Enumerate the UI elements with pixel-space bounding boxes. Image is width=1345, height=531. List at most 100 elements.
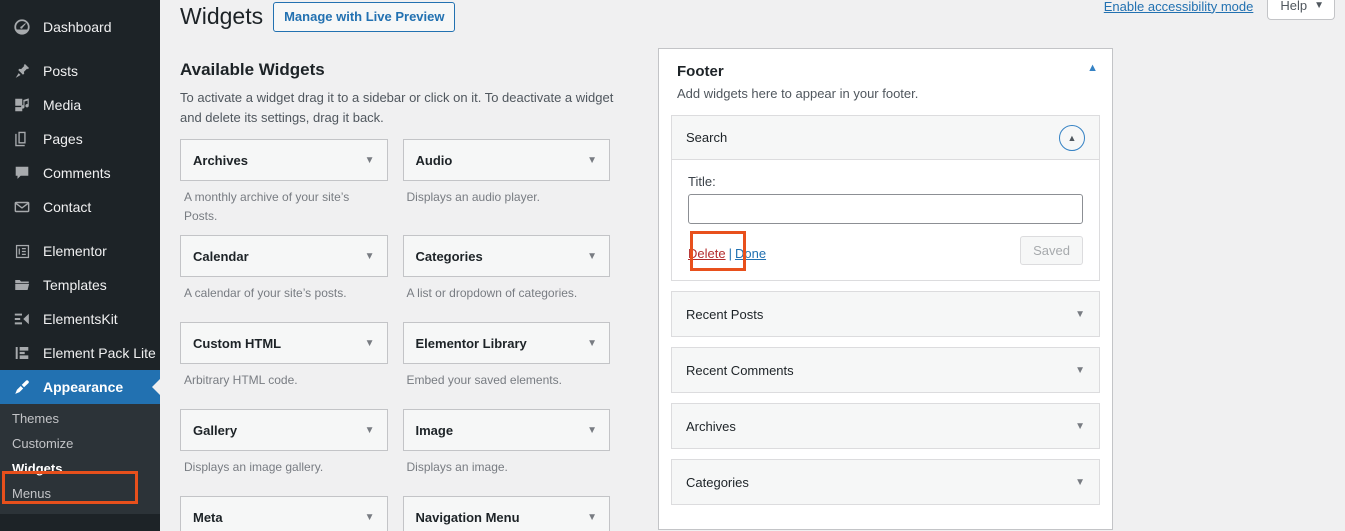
- widget-header[interactable]: Recent Comments ▼: [672, 348, 1099, 392]
- available-widget-custom-html[interactable]: Custom HTML ▼: [180, 322, 388, 365]
- chevron-down-icon[interactable]: ▼: [365, 338, 375, 349]
- chevron-down-icon[interactable]: ▼: [587, 155, 597, 166]
- delete-link[interactable]: Delete: [688, 246, 726, 261]
- widget-name: Image: [415, 422, 454, 438]
- help-button[interactable]: Help ▼: [1267, 0, 1335, 20]
- footer-panel-header[interactable]: Footer Add widgets here to appear in you…: [659, 49, 1112, 105]
- available-widget-meta[interactable]: Meta ▼: [180, 496, 388, 531]
- collapse-panel-icon[interactable]: ▲: [1087, 63, 1098, 74]
- chevron-down-icon[interactable]: ▼: [1075, 421, 1085, 432]
- sidebar-item-label: Elementor: [43, 243, 107, 259]
- available-widget-image[interactable]: Image ▼: [402, 409, 610, 452]
- widget-name: Elementor Library: [415, 335, 527, 351]
- available-widget-archives[interactable]: Archives ▼: [180, 139, 388, 181]
- menu-spacer: [0, 224, 160, 234]
- widget-header[interactable]: Categories ▼: [672, 460, 1099, 504]
- widget-collapse-toggle-icon[interactable]: ▲: [1059, 124, 1085, 151]
- chevron-down-icon[interactable]: ▼: [587, 338, 597, 349]
- widget-header[interactable]: Archives ▼: [672, 404, 1099, 448]
- action-separator: |: [728, 245, 732, 261]
- widget-name: Categories: [415, 248, 483, 264]
- chevron-down-icon[interactable]: ▼: [1075, 309, 1085, 320]
- widget-description: Displays an image.: [406, 460, 508, 475]
- sidebar-item-contact[interactable]: Contact: [0, 190, 160, 224]
- elementskit-icon: [10, 309, 34, 329]
- closed-widgets-list: Recent Posts ▼ Recent Comments ▼ Archives ▼ Ca…: [671, 291, 1100, 505]
- available-widget-cell: Gallery ▼ Displays an image gallery.: [180, 409, 403, 496]
- chevron-down-icon[interactable]: ▼: [365, 425, 375, 436]
- widget-description: Displays an audio player.: [406, 190, 540, 204]
- widget-title: Recent Posts: [686, 306, 764, 322]
- widget-header[interactable]: Recent Posts ▼: [672, 292, 1099, 336]
- widget-name: Archives: [193, 152, 248, 168]
- manage-with-live-preview-button[interactable]: Manage with Live Preview: [273, 2, 456, 33]
- chevron-down-icon[interactable]: ▼: [365, 251, 375, 262]
- widget-recent-comments: Recent Comments ▼: [671, 347, 1100, 393]
- submenu-item-customize[interactable]: Customize: [0, 431, 160, 456]
- widget-description: Arbitrary HTML code.: [184, 373, 298, 388]
- chevron-down-icon[interactable]: ▼: [1075, 365, 1085, 376]
- sidebar-item-label: Dashboard: [43, 19, 112, 35]
- brush-icon: [10, 377, 34, 397]
- available-widget-elementor-library[interactable]: Elementor Library ▼: [402, 322, 610, 365]
- sidebar-item-elementskit[interactable]: ElementsKit: [0, 302, 160, 336]
- dashboard-icon: [10, 17, 34, 37]
- email-icon: [10, 197, 34, 217]
- available-widgets-description: To activate a widget drag it to a sideba…: [180, 90, 614, 125]
- widget-description: A monthly archive of your site’s Posts.: [184, 190, 350, 223]
- sidebar-item-appearance[interactable]: Appearance: [0, 370, 160, 404]
- available-widget-categories[interactable]: Categories ▼: [402, 235, 610, 278]
- widget-title: Categories: [686, 474, 749, 490]
- available-widgets-grid: Archives ▼ A monthly archive of your site’…: [180, 139, 625, 531]
- widget-search: Search ▲ Title: Delete | Done Saved: [671, 115, 1100, 281]
- available-widget-navigation-menu[interactable]: Navigation Menu ▼: [402, 496, 610, 531]
- sidebar-item-label: Posts: [43, 63, 79, 79]
- sidebar-item-label: ElementsKit: [43, 311, 118, 327]
- available-widget-gallery[interactable]: Gallery ▼: [180, 409, 388, 452]
- title-input[interactable]: [688, 194, 1083, 224]
- sidebar-item-elementor[interactable]: Elementor: [0, 234, 160, 268]
- submenu-item-widgets[interactable]: Widgets: [0, 456, 160, 481]
- chevron-down-icon[interactable]: ▼: [365, 155, 375, 166]
- widget-name: Calendar: [193, 248, 249, 264]
- sidebar-item-element-pack-lite[interactable]: Element Pack Lite: [0, 336, 160, 370]
- widget-description: Displays an image gallery.: [184, 460, 324, 475]
- sidebar-item-posts[interactable]: Posts: [0, 54, 160, 88]
- submenu-item-label: Menus: [12, 486, 52, 501]
- available-widget-cell: Elementor Library ▼ Embed your saved eleme…: [402, 322, 626, 409]
- widget-search-header[interactable]: Search ▲: [672, 116, 1099, 160]
- widget-name: Gallery: [193, 422, 238, 438]
- submenu-item-themes[interactable]: Themes: [0, 406, 160, 431]
- submenu-item-label: Customize: [12, 436, 74, 451]
- widget-description: A list or dropdown of categories.: [406, 286, 578, 301]
- chevron-down-icon[interactable]: ▼: [587, 425, 597, 436]
- main-content: Enable accessibility mode Help ▼ Widgets…: [160, 0, 1345, 531]
- submenu-item-label: Themes: [12, 411, 59, 426]
- enable-accessibility-mode-link[interactable]: Enable accessibility mode: [1104, 0, 1254, 14]
- available-widgets-title: Available Widgets: [180, 60, 325, 79]
- sidebar-item-comments[interactable]: Comments: [0, 156, 160, 190]
- available-widgets-section: Available Widgets To activate a widget d…: [180, 60, 630, 531]
- chevron-down-icon[interactable]: ▼: [587, 251, 597, 262]
- available-widget-audio[interactable]: Audio ▼: [402, 139, 610, 181]
- widget-title: Recent Comments: [686, 362, 794, 378]
- sidebar-item-label: Templates: [43, 277, 107, 293]
- done-link[interactable]: Done: [735, 246, 766, 261]
- available-widget-cell: Audio ▼ Displays an audio player.: [402, 139, 626, 235]
- widget-controls: Delete | Done Saved: [688, 231, 1083, 271]
- sidebar-item-templates[interactable]: Templates: [0, 268, 160, 302]
- sidebar-item-label: Comments: [43, 165, 111, 181]
- footer-sidebar-panel: Footer Add widgets here to appear in you…: [658, 48, 1113, 530]
- chevron-down-icon[interactable]: ▼: [365, 512, 375, 523]
- submenu-item-menus[interactable]: Menus: [0, 481, 160, 506]
- chevron-down-icon[interactable]: ▼: [1075, 477, 1085, 488]
- sidebar-item-media[interactable]: Media: [0, 88, 160, 122]
- footer-panel-title: Footer: [677, 63, 724, 80]
- pages-icon: [10, 129, 34, 149]
- available-widget-calendar[interactable]: Calendar ▼: [180, 235, 388, 278]
- sidebar-item-dashboard[interactable]: Dashboard: [0, 10, 160, 44]
- sidebar-item-pages[interactable]: Pages: [0, 122, 160, 156]
- available-widget-cell: Meta ▼: [180, 496, 403, 531]
- chevron-down-icon[interactable]: ▼: [587, 512, 597, 523]
- page-title: Widgets: [180, 3, 264, 30]
